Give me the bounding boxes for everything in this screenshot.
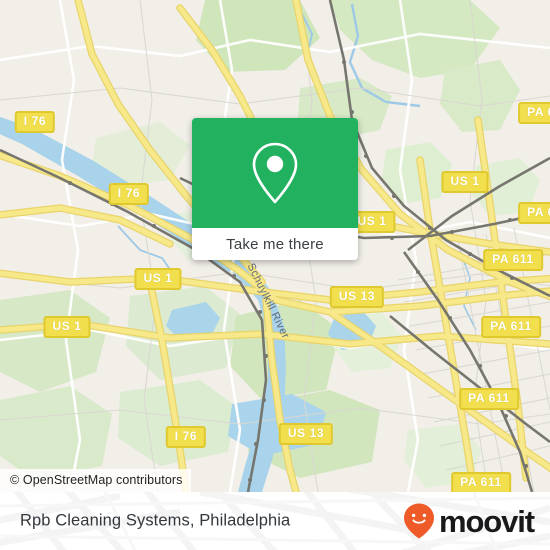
highway-shield: US 13	[329, 286, 385, 308]
map-pin-icon	[252, 142, 298, 204]
highway-shield: US 13	[278, 423, 334, 445]
card-pin-area	[192, 118, 358, 228]
highway-shield: US 1	[43, 316, 91, 338]
highway-shield: I 76	[165, 426, 207, 448]
osm-attribution[interactable]: © OpenStreetMap contributors	[0, 469, 191, 492]
take-me-there-card[interactable]: Take me there	[192, 118, 358, 260]
moovit-wordmark: moovit	[438, 503, 535, 539]
highway-shield: PA 611	[451, 472, 511, 492]
osm-attribution-text: © OpenStreetMap contributors	[10, 473, 183, 487]
moovit-logo[interactable]: moovit	[401, 502, 535, 540]
map-canvas[interactable]: Schuylkill River I 76 I 76 PA 6 PA 6 US …	[0, 0, 550, 492]
moovit-pin-smile-icon	[403, 503, 434, 539]
highway-shield: PA 611	[483, 249, 543, 271]
highway-shield: PA 611	[481, 316, 541, 338]
card-action-area[interactable]: Take me there	[192, 228, 358, 260]
footer-bar: Rpb Cleaning Systems, Philadelphia moovi…	[0, 492, 550, 550]
place-title: Rpb Cleaning Systems, Philadelphia	[20, 511, 291, 530]
highway-shield: PA 6	[518, 102, 550, 124]
moovit-map-screen: Schuylkill River I 76 I 76 PA 6 PA 6 US …	[0, 0, 550, 550]
highway-shield: I 76	[14, 111, 56, 133]
highway-shield: PA 611	[459, 388, 519, 410]
highway-shield: PA 6	[518, 202, 550, 224]
highway-shield: US 1	[441, 171, 489, 193]
take-me-there-label: Take me there	[226, 235, 324, 253]
highway-shield: I 76	[108, 183, 150, 205]
highway-shield: US 1	[134, 268, 182, 290]
